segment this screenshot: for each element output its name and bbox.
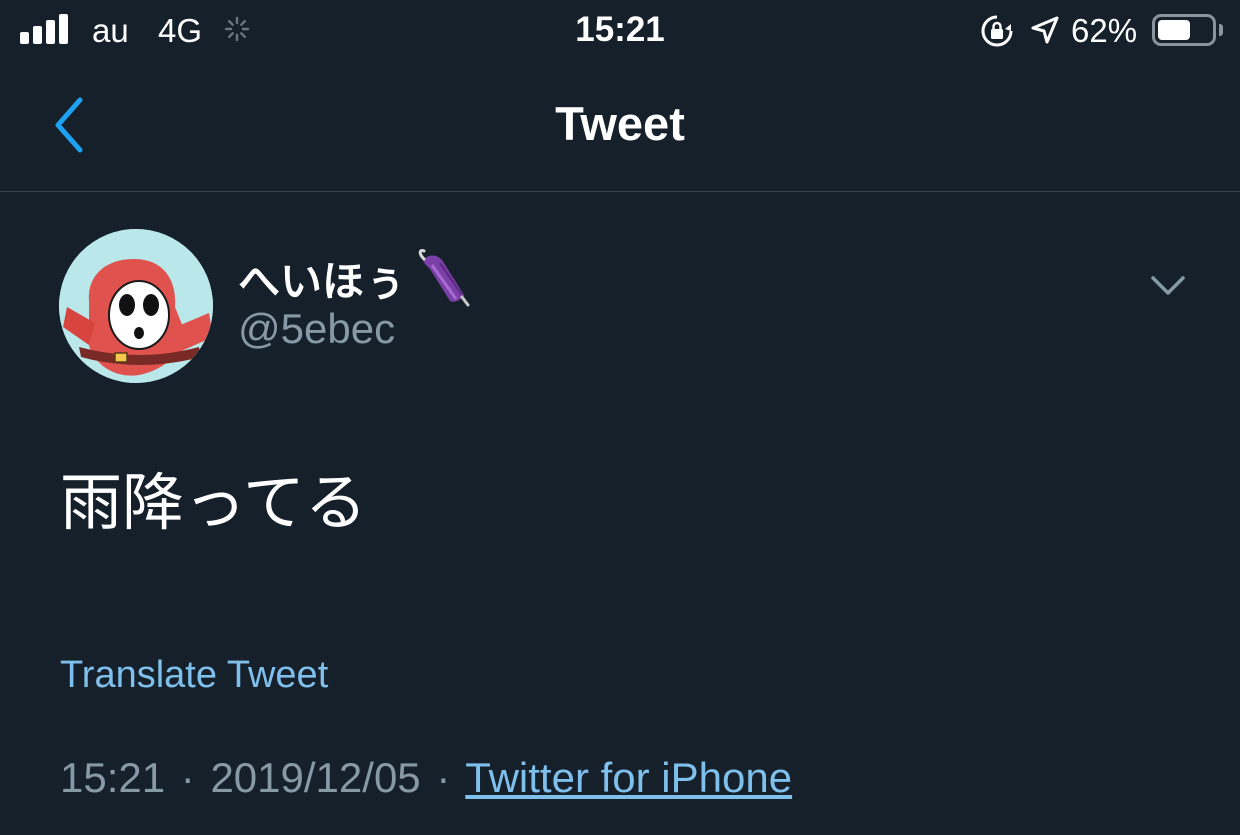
battery-percentage: 62%	[1071, 12, 1138, 49]
nav-bar: Tweet	[0, 62, 1240, 192]
location-arrow-icon	[1031, 16, 1059, 44]
rotation-lock-icon	[981, 15, 1013, 47]
battery-level-fill	[1158, 20, 1190, 40]
user-handle[interactable]: @5ebec	[238, 305, 395, 353]
page-title: Tweet	[555, 97, 685, 150]
tweet-screen: au 4G 15:21 62% Tweet へいほぅ @5ebec 雨降ってる …	[0, 0, 1240, 835]
battery-icon	[1152, 14, 1216, 46]
tweet-source-link[interactable]: Twitter for iPhone	[465, 754, 792, 801]
avatar[interactable]	[59, 229, 213, 383]
tweet-time: 15:21	[60, 754, 166, 801]
display-name-text: へいほぅ	[238, 258, 407, 305]
chevron-down-icon[interactable]	[1148, 268, 1188, 302]
battery-cap	[1219, 24, 1223, 36]
meta-separator: ·	[436, 754, 451, 801]
tweet-date: 2019/12/05	[210, 754, 421, 801]
tweet-text: 雨降ってる	[60, 466, 367, 539]
translate-tweet-link[interactable]: Translate Tweet	[60, 654, 328, 697]
avatar-image	[59, 229, 213, 383]
status-bar: au 4G 15:21 62%	[0, 0, 1240, 62]
closed-umbrella-icon	[418, 248, 470, 307]
meta-separator: ·	[180, 754, 195, 801]
tweet-meta: 15:21 · 2019/12/05 · Twitter for iPhone	[60, 754, 792, 802]
